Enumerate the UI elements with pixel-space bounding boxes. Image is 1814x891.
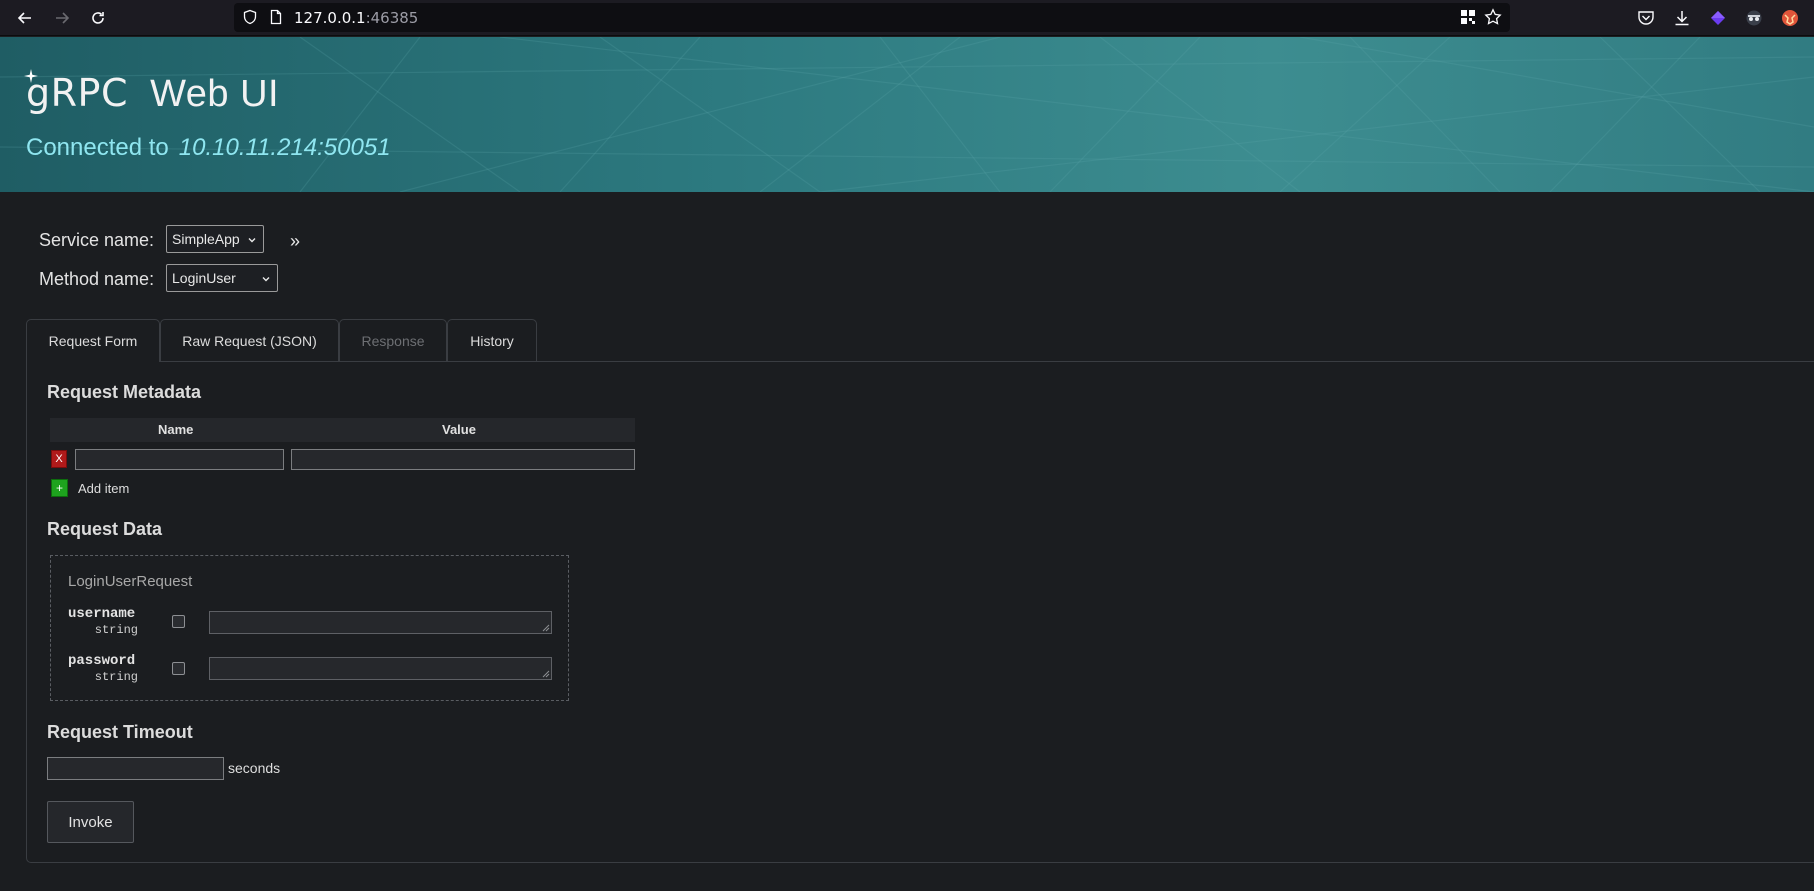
method-name-label: Method name: [39,269,155,289]
method-select-value: LoginUser [172,270,236,286]
password-input[interactable] [209,657,552,680]
pocket-icon [1638,11,1654,25]
spy-mask-icon [1746,10,1762,26]
url-text: 127.0.0.1:46385 [294,9,418,27]
forward-button[interactable] [50,6,74,30]
resize-grip-icon[interactable] [542,670,550,678]
metadata-table-header: Name Value [50,418,635,442]
back-arrow-icon [17,12,31,24]
connected-label: Connected to [26,134,169,161]
method-select[interactable]: LoginUser [166,264,278,292]
invoke-button[interactable]: Invoke [47,801,134,843]
shield-icon [243,9,257,25]
resize-grip-icon[interactable] [542,624,550,632]
metadata-name-header: Name [158,422,194,437]
reload-button[interactable] [86,6,110,30]
extension-button-spy[interactable] [1744,8,1764,28]
chevron-down-icon [248,238,256,243]
service-select-value: SimpleApp [172,231,240,247]
field-username-name: username [68,606,136,622]
page-icon [270,9,282,25]
sparkle-icon [24,69,38,83]
downloads-button[interactable] [1672,8,1692,28]
add-metadata-button[interactable]: + [51,479,68,497]
tab-history[interactable]: History [447,319,537,361]
tab-raw-request-json[interactable]: Raw Request (JSON) [160,319,339,361]
username-input[interactable] [209,611,552,634]
header-banner: gRPC Web UI Connected to 10.10.11.214:500… [0,37,1814,192]
extension-button-fox[interactable] [1780,8,1800,28]
field-username-type: string [94,623,138,637]
field-password-type: string [94,670,138,684]
password-checkbox[interactable] [172,662,185,675]
tab-response: Response [339,319,447,361]
request-metadata-title: Request Metadata [47,382,202,402]
service-name-label: Service name: [39,230,155,250]
url-host: 127.0.0.1 [294,9,366,27]
connected-address: 10.10.11.214:50051 [178,134,391,161]
fox-extension-icon [1782,10,1798,26]
url-port: :46385 [365,9,419,27]
diamond-extension-icon [1711,11,1725,25]
connection-status: Connected to 10.10.11.214:50051 [26,134,391,162]
timeout-unit-label: seconds [228,760,281,776]
metadata-value-header: Value [442,422,476,437]
remove-metadata-button[interactable]: X [51,450,67,468]
app-logo: gRPC Web UI [24,69,280,116]
field-password-name: password [68,653,136,669]
browser-toolbar: 127.0.0.1:46385 [0,0,1814,36]
metadata-name-input[interactable] [75,449,284,470]
service-select[interactable]: SimpleApp [166,225,264,253]
request-data-title: Request Data [47,519,163,539]
url-bar[interactable]: 127.0.0.1:46385 [234,3,1510,32]
download-icon [1675,11,1689,26]
message-type-name: LoginUserRequest [68,573,193,590]
back-button[interactable] [13,6,37,30]
request-timeout-title: Request Timeout [47,722,193,742]
reload-icon [92,12,104,24]
app-title: Web UI [150,73,280,115]
pocket-button[interactable] [1636,8,1656,28]
chevron-down-icon [262,277,270,282]
expand-button[interactable]: » [290,231,300,252]
metadata-value-input[interactable] [291,449,635,470]
forward-arrow-icon [56,12,70,24]
extension-button-purple[interactable] [1708,8,1728,28]
qr-code-icon[interactable] [1460,9,1476,25]
username-checkbox[interactable] [172,615,185,628]
timeout-input[interactable] [47,757,224,780]
tab-request-form[interactable]: Request Form [26,319,160,362]
add-item-label[interactable]: Add item [78,481,129,496]
logo-grpc-text: gRPC [26,71,128,115]
bookmark-star-icon[interactable] [1484,8,1502,26]
